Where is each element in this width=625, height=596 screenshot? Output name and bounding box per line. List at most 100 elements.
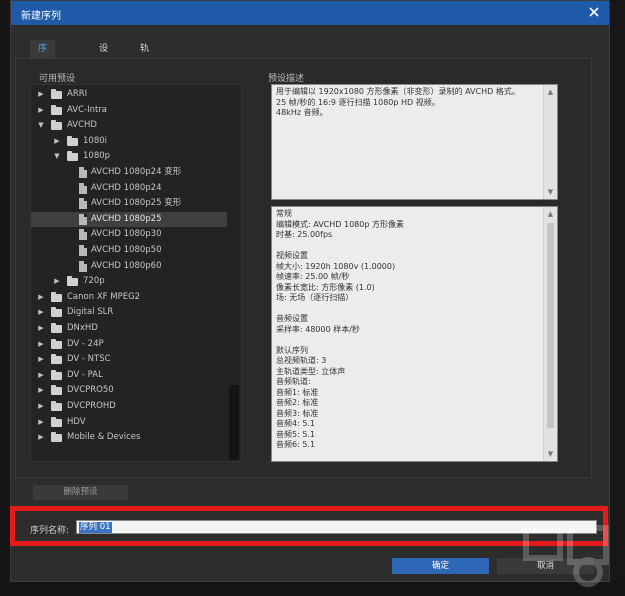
preset-item-label: DV - 24P [67, 338, 104, 349]
sequence-name-input[interactable]: 序列 01 [76, 520, 597, 534]
preset-file-icon [79, 229, 87, 241]
preset-item-label: AVCHD 1080p50 [91, 245, 162, 255]
text-line: 音频6: 5.1 [276, 440, 316, 449]
preset-item[interactable]: AVCHD 1080p30 [31, 227, 227, 242]
preset-folder-item[interactable]: ▶ DV - 24P [31, 337, 227, 352]
preset-file-icon [79, 260, 87, 272]
close-icon[interactable] [587, 5, 601, 19]
text-line: 视频设置 [276, 251, 308, 260]
text-line: 音频1: 标准 [276, 387, 319, 397]
preset-folder-item[interactable]: ▶ DVCPRO50 [31, 383, 227, 398]
preset-item-label: DV - NTSC [67, 354, 111, 365]
chevron-right-icon[interactable]: ▶ [37, 87, 45, 102]
folder-icon [51, 416, 62, 427]
preset-description-label: 预设描述 [268, 74, 305, 84]
delete-preset-button[interactable]: 删除预设 [33, 485, 128, 500]
preset-folder-item[interactable]: ▶ DV - NTSC [31, 352, 227, 367]
scroll-down-icon[interactable]: ▼ [544, 186, 557, 198]
tab-settings[interactable]: 设置 [91, 40, 116, 72]
text-line: 用于编辑以 1920x1080 方形像素（非变形）录制的 AVCHD 格式。 [276, 87, 520, 96]
tree-scrollbar[interactable] [229, 385, 239, 460]
preset-folder-item[interactable]: ▶ AVC-Intra [31, 103, 227, 118]
preset-folder-item[interactable]: ▶ DNxHD [31, 321, 227, 336]
chevron-right-icon[interactable]: ▶ [37, 337, 45, 352]
scroll-up-icon[interactable]: ▲ [544, 208, 557, 220]
chevron-right-icon[interactable]: ▶ [37, 399, 45, 414]
preset-folder-item[interactable]: ▶ Mobile & Devices [31, 430, 227, 445]
chevron-right-icon[interactable]: ▶ [37, 368, 45, 383]
folder-icon [51, 89, 62, 99]
preset-folder-item[interactable]: ▼ 1080p [31, 149, 227, 164]
folder-icon [51, 338, 62, 349]
preset-folder-item[interactable]: ▶ DV - PAL [31, 368, 227, 383]
preset-tree[interactable]: ▶ ARRI ▶ AVC-Intra ▼ AVCHD ▶ 1080i ▼ 1080p AVCHD 1… [30, 84, 242, 462]
preset-item-label: AVCHD 1080p25 [91, 213, 162, 224]
folder-icon [51, 291, 62, 302]
chevron-down-icon[interactable]: ▼ [53, 149, 61, 164]
preset-file-icon [79, 245, 87, 256]
chevron-right-icon[interactable]: ▶ [37, 352, 45, 367]
preset-item-label: Canon XF MPEG2 [67, 291, 141, 302]
scroll-up-icon[interactable]: ▲ [544, 86, 557, 98]
preset-details-text: 常规 编辑模式: AVCHD 1080p 方形像素 时基: 25.00fps 视… [276, 209, 534, 451]
preset-item-label: ARRI [67, 89, 88, 99]
preset-folder-item[interactable]: ▶ Canon XF MPEG2 [31, 290, 227, 305]
preset-folder-item[interactable]: ▶ HDV [31, 415, 227, 430]
chevron-right-icon[interactable]: ▶ [37, 321, 45, 336]
preset-folder-item[interactable]: ▶ 1080i [31, 134, 227, 149]
preset-item[interactable]: AVCHD 1080p24 [31, 181, 227, 196]
text-line: 主轨道类型: 立体声 [276, 366, 346, 376]
text-line: 像素长宽比: 方形像素 (1.0) [276, 282, 375, 292]
watermark-logo-icon [523, 525, 609, 587]
preset-item-label: Mobile & Devices [67, 432, 141, 443]
preset-folder-item[interactable]: ▶ 720p [31, 274, 227, 289]
chevron-down-icon[interactable]: ▼ [37, 118, 45, 133]
folder-icon [51, 354, 62, 365]
tab-sequence-presets[interactable]: 序列预设 [30, 40, 56, 108]
preset-description-text: 用于编辑以 1920x1080 方形像素（非变形）录制的 AVCHD 格式。 25… [276, 87, 534, 119]
chevron-right-icon[interactable]: ▶ [53, 274, 61, 289]
preset-folder-item[interactable]: ▶ DVCPROHD [31, 399, 227, 414]
preset-item[interactable]: AVCHD 1080p25 变形 [31, 196, 227, 211]
details-scroll-thumb[interactable] [547, 223, 554, 428]
sequence-name-value: 序列 01 [79, 522, 112, 533]
chevron-right-icon[interactable]: ▶ [37, 103, 45, 118]
dialog-titlebar: 新建序列 [11, 1, 609, 25]
preset-item-label: AVC-Intra [67, 104, 108, 115]
preset-item-label: AVCHD [67, 120, 97, 131]
preset-item-label: AVCHD 1080p30 [91, 229, 162, 240]
preset-folder-item[interactable]: ▼ AVCHD [31, 118, 227, 133]
details-scrollbar[interactable]: ▲ ▼ [543, 207, 557, 461]
available-presets-label: 可用预设 [39, 74, 76, 84]
text-line: 音频2: 标准 [276, 398, 319, 407]
chevron-right-icon[interactable]: ▶ [37, 305, 45, 320]
text-line: 时基: 25.00fps [276, 230, 333, 239]
folder-icon [51, 432, 62, 443]
text-line: 总视频轨道: 3 [276, 356, 327, 365]
preset-folder-item[interactable]: ▶ ARRI [31, 87, 227, 102]
chevron-right-icon[interactable]: ▶ [37, 415, 45, 430]
preset-item-label: AVCHD 1080p60 [91, 260, 162, 271]
preset-item[interactable]: AVCHD 1080p24 变形 [31, 165, 227, 180]
text-line: 编辑模式: AVCHD 1080p 方形像素 [276, 219, 404, 229]
text-line: 帧大小: 1920h 1080v (1.0000) [276, 261, 396, 271]
sequence-name-row: 序列名称: 序列 01 [10, 506, 608, 546]
preset-item[interactable]: AVCHD 1080p50 [31, 243, 227, 258]
chevron-right-icon[interactable]: ▶ [37, 383, 45, 398]
preset-item[interactable]: AVCHD 1080p60 [31, 259, 227, 274]
scroll-down-icon[interactable]: ▼ [544, 448, 557, 460]
preset-item-label: DVCPROHD [67, 401, 116, 411]
text-line: 常规 [276, 209, 292, 218]
preset-folder-item[interactable]: ▶ Digital SLR [31, 305, 227, 320]
chevron-right-icon[interactable]: ▶ [53, 134, 61, 149]
preset-item-label: DNxHD [67, 323, 98, 333]
ok-button[interactable]: 确定 [392, 558, 489, 574]
chevron-right-icon[interactable]: ▶ [37, 290, 45, 305]
text-line [276, 304, 534, 315]
folder-icon [51, 385, 62, 396]
tab-tracks[interactable]: 轨道 [132, 40, 157, 72]
folder-icon [67, 151, 78, 162]
description-scrollbar[interactable]: ▲ ▼ [543, 85, 557, 199]
chevron-right-icon[interactable]: ▶ [37, 430, 45, 445]
preset-item[interactable]: AVCHD 1080p25 [31, 211, 227, 227]
